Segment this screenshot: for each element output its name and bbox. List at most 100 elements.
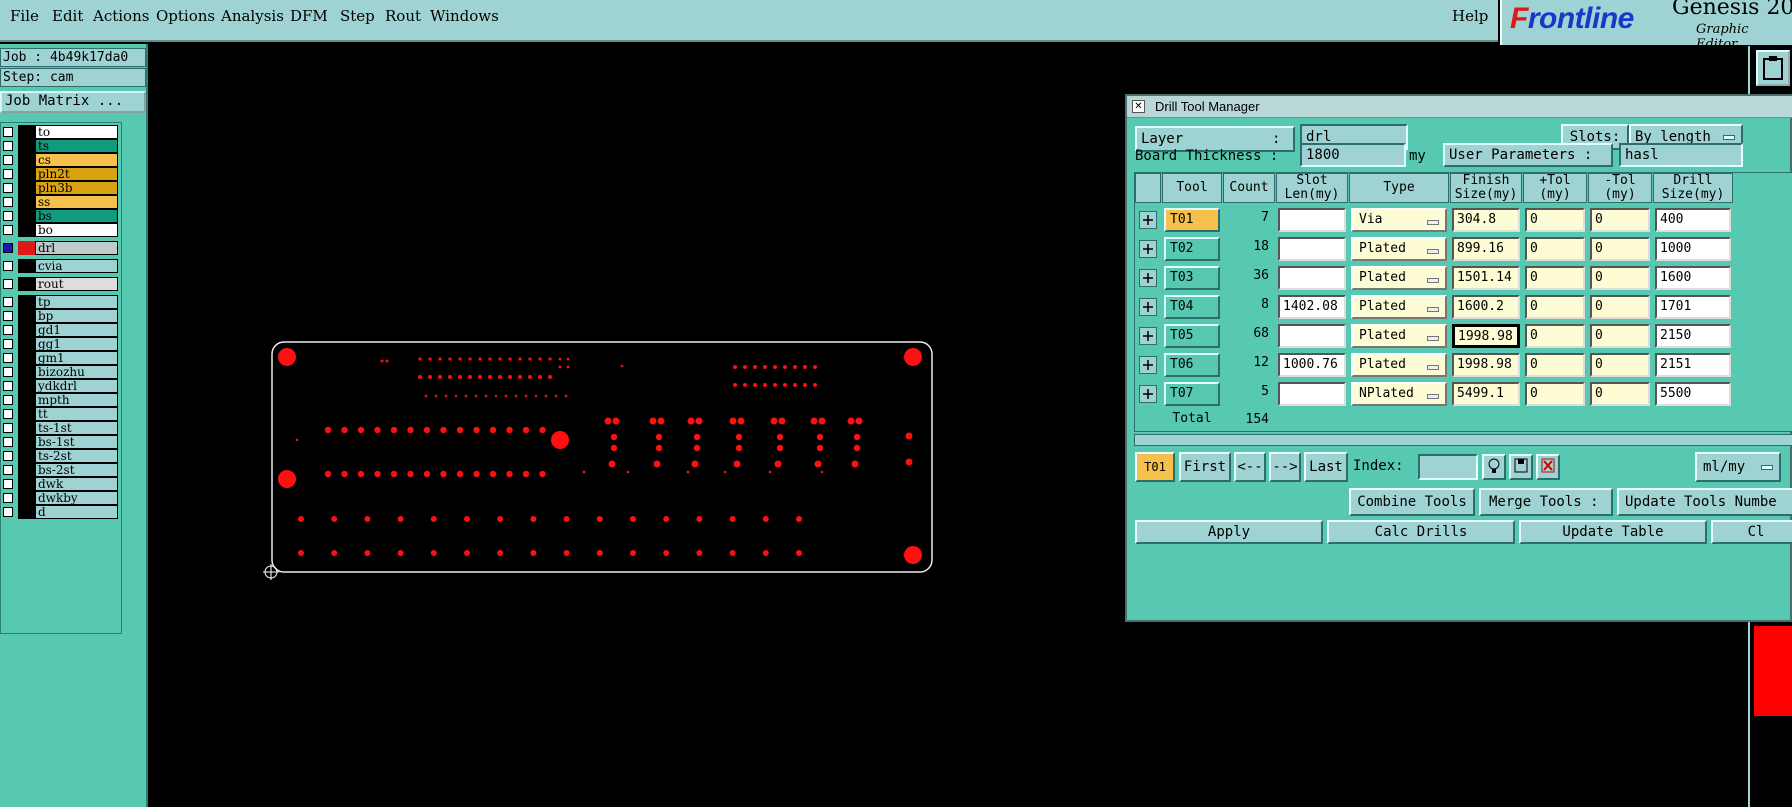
save-button[interactable] [1509, 454, 1533, 480]
combine-tools-button[interactable]: Combine Tools [1349, 488, 1475, 516]
layer-checkbox[interactable] [3, 465, 13, 475]
plus-tolerance-input[interactable]: 0 [1525, 353, 1585, 377]
slot-length-input[interactable] [1278, 237, 1346, 261]
layer-row-mpth[interactable]: mpth [1, 393, 121, 407]
plus-tolerance-input[interactable]: 0 [1525, 382, 1585, 406]
layer-checkbox[interactable] [3, 279, 13, 289]
minus-tolerance-input[interactable]: 0 [1590, 237, 1650, 261]
slot-length-input[interactable]: 1000.76 [1278, 353, 1346, 377]
minus-tolerance-input[interactable]: 0 [1590, 208, 1650, 232]
merge-tools-button[interactable]: Merge Tools : [1479, 488, 1613, 516]
row-expand-button[interactable] [1139, 385, 1157, 403]
units-dropdown[interactable]: ml/my [1695, 452, 1781, 482]
layer-checkbox[interactable] [3, 409, 13, 419]
finish-size-input[interactable]: 1600.2 [1452, 295, 1520, 319]
layer-row-bs-1st[interactable]: bs-1st [1, 435, 121, 449]
plus-tolerance-input[interactable]: 0 [1525, 237, 1585, 261]
tool-type-dropdown[interactable]: Plated [1351, 353, 1447, 377]
layer-row-to[interactable]: to [1, 125, 121, 139]
delete-button[interactable] [1536, 454, 1560, 480]
slot-length-input[interactable] [1278, 382, 1346, 406]
layer-checkbox[interactable] [3, 261, 13, 271]
tool-button[interactable]: T07 [1164, 382, 1220, 406]
layer-row-ss[interactable]: ss [1, 195, 121, 209]
layer-checkbox[interactable] [3, 155, 13, 165]
finish-size-input[interactable]: 1998.98 [1452, 324, 1520, 348]
next-button[interactable]: --> [1269, 452, 1301, 482]
minus-tolerance-input[interactable]: 0 [1590, 382, 1650, 406]
finish-size-input[interactable]: 1501.14 [1452, 266, 1520, 290]
drill-size-input[interactable]: 1701 [1655, 295, 1731, 319]
minus-tolerance-input[interactable]: 0 [1590, 324, 1650, 348]
menu-analysis[interactable]: Analysis [221, 7, 284, 25]
row-expand-button[interactable] [1139, 298, 1157, 316]
layer-checkbox[interactable] [3, 243, 13, 253]
layer-row-tt[interactable]: tt [1, 407, 121, 421]
row-expand-button[interactable] [1139, 211, 1157, 229]
layer-checkbox[interactable] [3, 297, 13, 307]
user-parameters-input[interactable]: hasl [1619, 143, 1743, 167]
plus-tolerance-input[interactable]: 0 [1525, 266, 1585, 290]
menu-actions[interactable]: Actions [93, 7, 149, 25]
menu-dfm[interactable]: DFM [290, 7, 328, 25]
job-matrix-button[interactable]: Job Matrix ... [0, 91, 146, 113]
finish-size-input[interactable]: 304.8 [1452, 208, 1520, 232]
menu-windows[interactable]: Windows [430, 7, 499, 25]
layer-checkbox[interactable] [3, 353, 13, 363]
layer-row-drl[interactable]: drl [1, 241, 121, 255]
layer-row-bizozhu[interactable]: bizozhu [1, 365, 121, 379]
apply-button[interactable]: Apply [1135, 520, 1323, 544]
finish-size-input[interactable]: 5499.1 [1452, 382, 1520, 406]
layer-checkbox[interactable] [3, 493, 13, 503]
layer-row-bo[interactable]: bo [1, 223, 121, 237]
layer-checkbox[interactable] [3, 183, 13, 193]
slot-length-input[interactable] [1278, 208, 1346, 232]
board-thickness-input[interactable]: 1800 [1300, 143, 1406, 167]
layer-checkbox[interactable] [3, 479, 13, 489]
layer-checkbox[interactable] [3, 311, 13, 321]
row-expand-button[interactable] [1139, 240, 1157, 258]
menu-file[interactable]: File [10, 7, 39, 25]
layer-checkbox[interactable] [3, 141, 13, 151]
calc-drills-button[interactable]: Calc Drills [1327, 520, 1515, 544]
tool-button[interactable]: T03 [1164, 266, 1220, 290]
plus-tolerance-input[interactable]: 0 [1525, 208, 1585, 232]
menu-edit[interactable]: Edit [52, 7, 83, 25]
drill-size-input[interactable]: 1600 [1655, 266, 1731, 290]
row-expand-button[interactable] [1139, 327, 1157, 345]
layer-row-gd1[interactable]: gd1 [1, 323, 121, 337]
layer-row-ts[interactable]: ts [1, 139, 121, 153]
layer-checkbox[interactable] [3, 325, 13, 335]
layer-row-d[interactable]: d [1, 505, 121, 519]
first-button[interactable]: First [1179, 452, 1231, 482]
layer-row-pln3b[interactable]: pln3b [1, 181, 121, 195]
layer-checkbox[interactable] [3, 339, 13, 349]
tool-button[interactable]: T04 [1164, 295, 1220, 319]
layer-checkbox[interactable] [3, 211, 13, 221]
row-expand-button[interactable] [1139, 269, 1157, 287]
table-horizontal-scrollbar[interactable] [1134, 434, 1792, 446]
layer-row-dwkby[interactable]: dwkby [1, 491, 121, 505]
close-window-icon[interactable]: ✕ [1132, 100, 1145, 113]
last-button[interactable]: Last [1304, 452, 1348, 482]
tool-button[interactable]: T02 [1164, 237, 1220, 261]
tool-type-dropdown[interactable]: Plated [1351, 324, 1447, 348]
layer-checkbox[interactable] [3, 395, 13, 405]
tool-button[interactable]: T06 [1164, 353, 1220, 377]
tool-type-dropdown[interactable]: Plated [1351, 295, 1447, 319]
tool-type-dropdown[interactable]: Via [1351, 208, 1447, 232]
layer-checkbox[interactable] [3, 169, 13, 179]
drill-size-input[interactable]: 2151 [1655, 353, 1731, 377]
menu-rout[interactable]: Rout [385, 7, 421, 25]
slot-length-input[interactable] [1278, 266, 1346, 290]
minus-tolerance-input[interactable]: 0 [1590, 353, 1650, 377]
plus-tolerance-input[interactable]: 0 [1525, 324, 1585, 348]
layer-checkbox[interactable] [3, 451, 13, 461]
layer-row-dwk[interactable]: dwk [1, 477, 121, 491]
slot-length-input[interactable]: 1402.08 [1278, 295, 1346, 319]
layer-checkbox[interactable] [3, 381, 13, 391]
drill-size-input[interactable]: 5500 [1655, 382, 1731, 406]
layer-row-bs[interactable]: bs [1, 209, 121, 223]
layer-row-gm1[interactable]: gm1 [1, 351, 121, 365]
menu-step[interactable]: Step [340, 7, 375, 25]
